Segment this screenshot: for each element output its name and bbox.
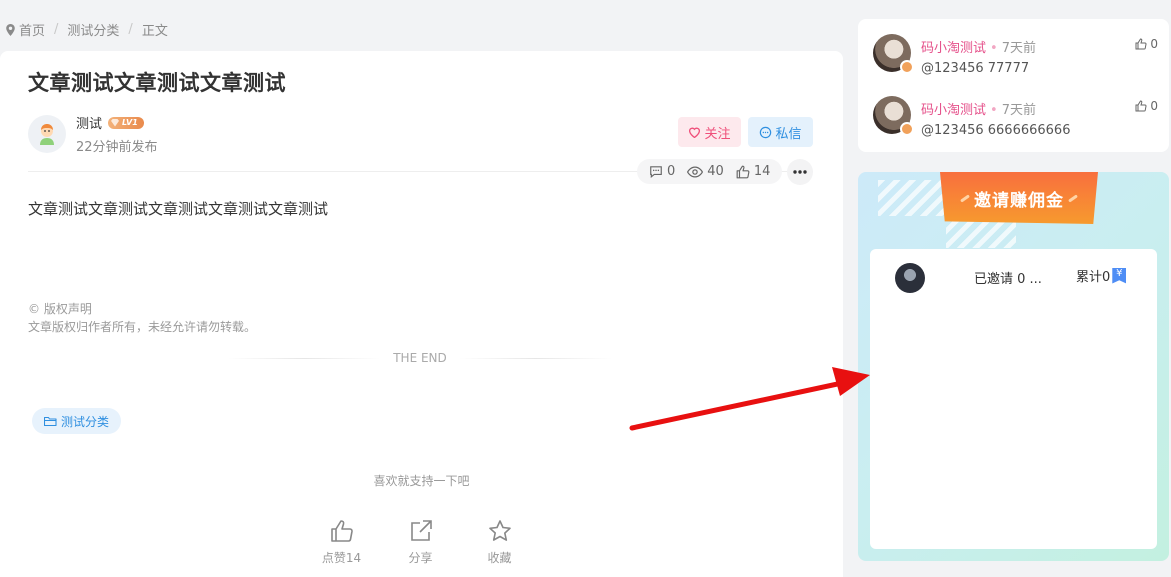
chat-bubble-icon xyxy=(760,126,772,138)
comment-like-button[interactable]: 0 xyxy=(1135,99,1158,113)
favorite-action-button[interactable]: 收藏 xyxy=(476,519,523,566)
invited-count: 已邀请 0 ... xyxy=(974,272,1042,287)
article-content: 文章测试文章测试文章测试文章测试文章测试 xyxy=(28,200,329,218)
avatar-figure-icon xyxy=(40,124,54,145)
author-avatar[interactable] xyxy=(28,115,66,153)
follow-label: 关注 xyxy=(704,126,731,142)
star-icon xyxy=(488,520,511,541)
like-count-value: 14 xyxy=(753,164,771,179)
category-tag[interactable]: 测试分类 xyxy=(32,408,122,434)
article-card: 文章测试文章测试文章测试 测试 LV1 22分钟前发布 关注 私信 0 40 1… xyxy=(0,51,843,577)
publish-time: 22分钟前发布 xyxy=(76,140,158,155)
article-stats: 0 40 14 xyxy=(637,159,783,184)
favorite-action-label: 收藏 xyxy=(487,551,512,565)
folder-icon xyxy=(44,416,57,426)
total-commission: 累计0 ¥ xyxy=(1076,266,1127,285)
share-action-button[interactable]: 分享 xyxy=(397,519,444,566)
level-badge: LV1 xyxy=(108,116,144,129)
share-action-label: 分享 xyxy=(408,551,433,565)
eye-icon xyxy=(687,165,704,178)
divider-line xyxy=(458,357,612,359)
support-text: 喜欢就支持一下吧 xyxy=(373,474,470,488)
ellipsis-icon xyxy=(793,170,807,174)
commenter-name[interactable]: 码小淘测试 xyxy=(921,103,986,118)
copyright-title: © 版权声明 xyxy=(28,302,92,316)
thumbs-up-icon xyxy=(330,520,353,542)
copyright-notice: © 版权声明 文章版权归作者所有，未经允许请勿转载。 xyxy=(28,300,256,336)
dot-separator: • xyxy=(990,103,998,118)
category-tag-label: 测试分类 xyxy=(61,414,110,429)
commenter-name[interactable]: 码小淘测试 xyxy=(921,41,986,56)
share-icon xyxy=(410,520,432,541)
pencil-icon xyxy=(1068,193,1078,203)
message-button[interactable]: 私信 xyxy=(748,117,813,147)
breadcrumb: 首页 / 测试分类 / 正文 xyxy=(6,20,168,39)
author-block: 测试 LV1 22分钟前发布 xyxy=(28,113,158,155)
invite-title-ribbon: 邀请赚佣金 xyxy=(940,172,1098,224)
location-pin-icon xyxy=(6,23,15,36)
vip-badge-icon xyxy=(900,122,914,136)
comment-count[interactable]: 0 xyxy=(649,164,675,179)
article-title: 文章测试文章测试文章测试 xyxy=(28,71,286,95)
vip-badge-icon xyxy=(900,60,914,74)
invite-panel: 已邀请 0 ... 累计0 ¥ xyxy=(870,249,1157,549)
comment-time: 7天前 xyxy=(1001,103,1036,118)
thumbs-up-icon xyxy=(736,165,750,178)
invite-title: 邀请赚佣金 xyxy=(974,190,1064,211)
total-commission-label: 累计0 xyxy=(1076,270,1111,285)
more-options-button[interactable] xyxy=(787,159,813,185)
copyright-text: 文章版权归作者所有，未经允许请勿转载。 xyxy=(28,320,257,334)
comment-count-value: 0 xyxy=(667,164,676,179)
heart-icon xyxy=(689,127,701,138)
follow-button[interactable]: 关注 xyxy=(678,117,741,147)
pencil-icon xyxy=(960,193,970,203)
comment-time: 7天前 xyxy=(1001,41,1036,56)
decorative-stripes xyxy=(878,180,948,216)
comment-text: @123456 77777 xyxy=(921,61,1030,76)
thumbs-up-icon xyxy=(1135,38,1147,50)
article-actions: 点赞14 分享 收藏 xyxy=(318,519,523,566)
dot-separator: • xyxy=(990,41,998,56)
thumbs-up-icon xyxy=(1135,100,1147,112)
author-name[interactable]: 测试 xyxy=(76,113,102,132)
the-end-label: THE END xyxy=(393,351,447,365)
breadcrumb-category[interactable]: 测试分类 xyxy=(67,20,119,39)
comment-text: @123456 6666666666 xyxy=(921,123,1071,138)
the-end-divider: THE END xyxy=(228,351,612,365)
view-count-value: 40 xyxy=(707,164,724,179)
breadcrumb-separator: / xyxy=(54,22,59,37)
comment-like-count: 0 xyxy=(1150,99,1158,113)
invite-commission-card: 邀请赚佣金 已邀请 0 ... 累计0 ¥ xyxy=(858,172,1169,561)
breadcrumb-separator: / xyxy=(128,22,133,37)
breadcrumb-home[interactable]: 首页 xyxy=(19,20,45,39)
comment-like-button[interactable]: 0 xyxy=(1135,37,1158,51)
divider-line xyxy=(228,357,382,359)
breadcrumb-current: 正文 xyxy=(141,24,168,39)
comment-icon xyxy=(650,166,662,178)
user-avatar[interactable] xyxy=(895,263,925,293)
like-action-button[interactable]: 点赞14 xyxy=(318,519,365,566)
yen-icon: ¥ xyxy=(1112,267,1127,284)
message-label: 私信 xyxy=(775,126,802,142)
recent-comments: 码小淘测试 • 7天前 0 @123456 77777 码小淘测试 • 7天前 0 @1… xyxy=(858,19,1169,152)
comment-like-count: 0 xyxy=(1150,37,1158,51)
like-action-label: 点赞14 xyxy=(321,551,362,565)
like-count[interactable]: 14 xyxy=(736,164,771,179)
view-count: 40 xyxy=(687,164,724,179)
